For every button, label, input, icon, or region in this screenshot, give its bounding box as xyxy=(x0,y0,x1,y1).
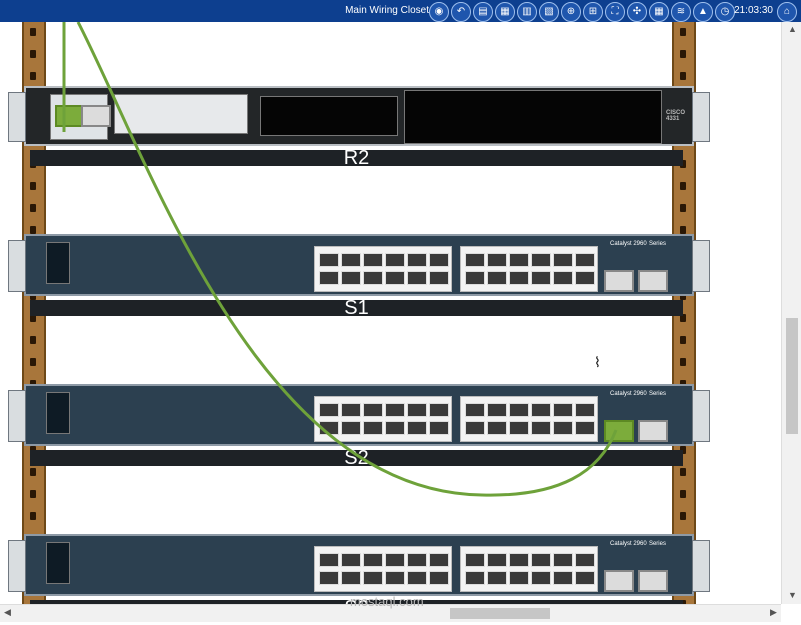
move-all-icon[interactable]: ✣ xyxy=(627,2,647,22)
rack-viewport[interactable]: CISCO 4331 R2 Catalyst 2960 Series S1 Ca… xyxy=(0,22,781,604)
home-icon[interactable]: ⌂ xyxy=(777,2,797,22)
scroll-left-icon[interactable]: ◀ xyxy=(4,607,11,618)
cable-cursor-icon: ⌇ xyxy=(594,354,601,370)
add-table-icon[interactable]: ⊕ xyxy=(561,2,581,22)
clock-icon[interactable]: ◷ xyxy=(715,2,735,22)
wireless-icon[interactable]: ≋ xyxy=(671,2,691,22)
workspace-title: Main Wiring Closet xyxy=(345,5,429,16)
console-cable[interactable] xyxy=(0,22,781,604)
grid-icon[interactable]: ▦ xyxy=(649,2,669,22)
add-rack-icon[interactable]: ▥ xyxy=(517,2,537,22)
zoom-fit-icon[interactable]: ⛶ xyxy=(605,2,625,22)
vertical-scrollbar[interactable]: ▲ ▼ xyxy=(781,22,801,604)
clock-time: 21:03:30 xyxy=(734,5,773,16)
watermark: mostaql.com xyxy=(350,594,424,609)
cable-segment-curve[interactable] xyxy=(76,22,618,497)
add-table-2-icon[interactable]: ⊞ xyxy=(583,2,603,22)
scroll-up-icon[interactable]: ▲ xyxy=(788,24,797,34)
move-icon[interactable]: ▧ xyxy=(539,2,559,22)
add-device-icon[interactable]: ▦ xyxy=(495,2,515,22)
scroll-down-icon[interactable]: ▼ xyxy=(788,590,797,600)
back-icon[interactable]: ↶ xyxy=(451,2,471,22)
vertical-scroll-thumb[interactable] xyxy=(786,318,798,434)
scroll-right-icon[interactable]: ▶ xyxy=(770,607,777,618)
add-shelf-icon[interactable]: ▤ xyxy=(473,2,493,22)
top-toolbar: Main Wiring Closet ◉ ↶ ▤ ▦ ▥ ▧ ⊕ ⊞ ⛶ ✣ ▦… xyxy=(0,0,801,22)
landscape-icon[interactable]: ▲ xyxy=(693,2,713,22)
navigation-icon[interactable]: ◉ xyxy=(429,2,449,22)
horizontal-scroll-thumb[interactable] xyxy=(450,608,550,619)
